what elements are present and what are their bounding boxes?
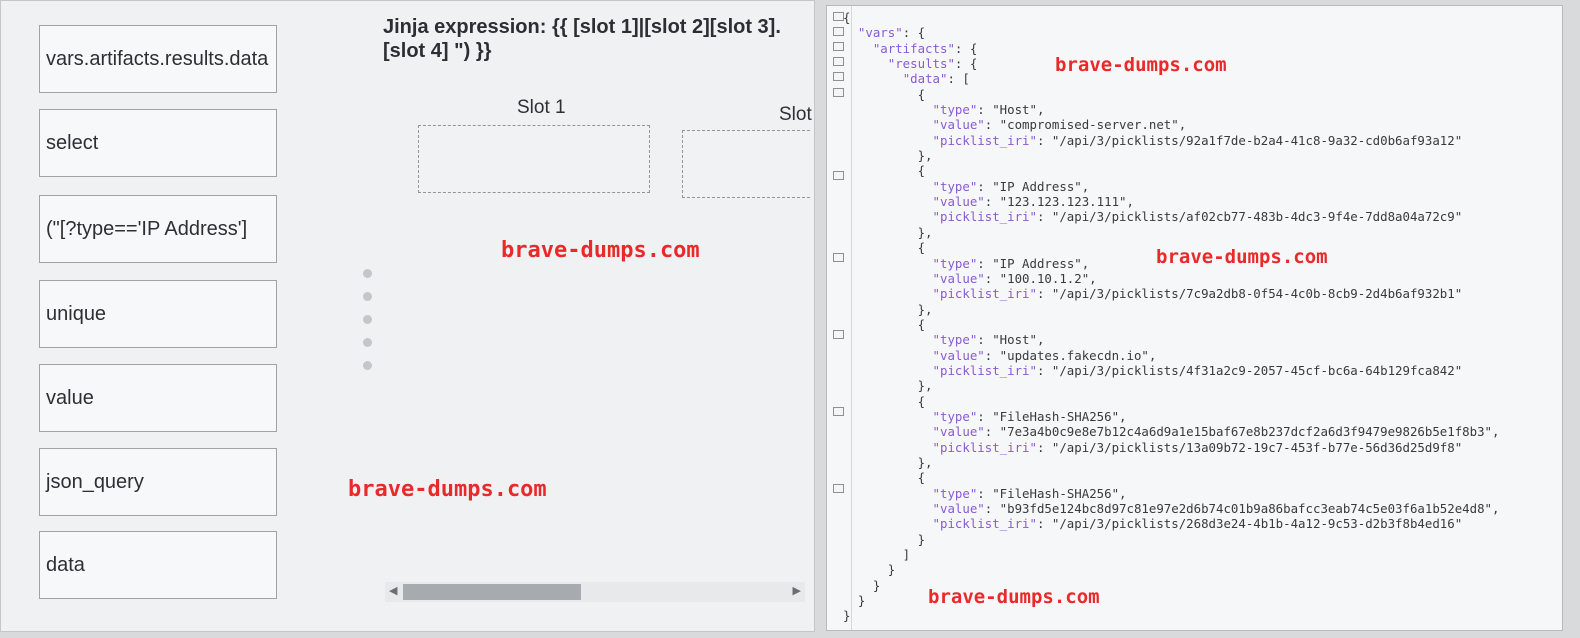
code-line: "value": "7e3a4b0c9e8e7b12c4a6d9a1e15baf… [932,424,1500,440]
watermark: brave-dumps.com [1156,246,1328,268]
option-vars-artifacts-results-data[interactable]: vars.artifacts.results.data [39,25,277,93]
code-line: }, [843,454,933,470]
code-line: "picklist_iri": "/api/3/picklists/7c9a2d… [932,286,1463,302]
handle-dot [363,315,372,324]
code-line: "type": "Host", [932,102,1045,118]
code-line: "value": "compromised-server.net", [932,117,1187,133]
handle-dot [363,338,372,347]
code-line: { [843,393,926,409]
code-line: { [843,163,926,179]
option-ip-address-filter[interactable]: ("[?type=='IP Address'] [39,195,277,263]
option-data[interactable]: data [39,531,277,599]
code-line: "picklist_iri": "/api/3/picklists/4f31a2… [932,362,1463,378]
code-line: { [843,470,926,486]
option-value[interactable]: value [39,364,277,432]
jinja-expression: Jinja expression: {{ [slot 1]|[slot 2][s… [383,16,781,62]
code-line: ] [843,547,911,563]
code-line: "vars": { [857,25,926,41]
scrollbar-thumb[interactable] [403,584,581,600]
code-line: "value": "updates.fakecdn.io", [932,347,1157,363]
slot-2-label: Slot [779,104,812,125]
json-viewer: { "vars": { "artifacts": { "results": { … [826,5,1563,631]
handle-dot [363,269,372,278]
code-line: "value": "b93fd5e124bc8d97c81e97e2d6b74c… [932,501,1500,516]
drag-drop-panel: vars.artifacts.results.data select ("[?t… [0,0,815,632]
code-line: }, [843,148,933,164]
code-line: "type": "FileHash-SHA256", [932,408,1127,424]
slot-1-drop-target[interactable] [418,125,650,193]
code-line: { [843,10,851,25]
option-json-query[interactable]: json_query [39,448,277,516]
horizontal-scrollbar[interactable]: ◀ ▶ [385,582,805,602]
slot-2-drop-target[interactable] [682,130,810,198]
option-unique[interactable]: unique [39,280,277,348]
code-line: } [843,608,851,624]
code-line: "type": "FileHash-SHA256", [932,485,1127,501]
handle-dot [363,361,372,370]
code-line: "picklist_iri": "/api/3/picklists/268d3e… [932,516,1463,532]
slot-1-label: Slot 1 [517,97,566,118]
handle-dot [363,292,372,301]
code-line: "picklist_iri": "/api/3/picklists/13a09b… [932,439,1463,455]
code-line: }, [843,224,933,240]
code-line: "picklist_iri": "/api/3/picklists/92a1f7… [932,132,1463,148]
code-line: "type": "IP Address", [932,178,1090,194]
option-select[interactable]: select [39,109,277,177]
code-line: }, [843,301,933,317]
watermark: brave-dumps.com [928,586,1100,608]
json-code-block: { "vars": { "artifacts": { "results": { … [843,10,1499,624]
code-line: { [843,86,926,102]
watermark: brave-dumps.com [1055,54,1227,76]
code-line: }, [843,378,933,394]
scroll-right-arrow-icon[interactable]: ▶ [793,584,801,597]
code-line: "type": "Host", [932,332,1045,348]
watermark: brave-dumps.com [501,238,700,263]
watermark: brave-dumps.com [348,477,547,502]
code-line: "value": "100.10.1.2", [932,270,1097,286]
code-line: } [843,562,896,578]
code-line: "value": "123.123.123.111", [932,194,1134,210]
scroll-left-arrow-icon[interactable]: ◀ [389,584,397,597]
code-line: "picklist_iri": "/api/3/picklists/af02cb… [932,209,1463,225]
code-line: } [843,531,926,547]
code-line: { [843,316,926,332]
